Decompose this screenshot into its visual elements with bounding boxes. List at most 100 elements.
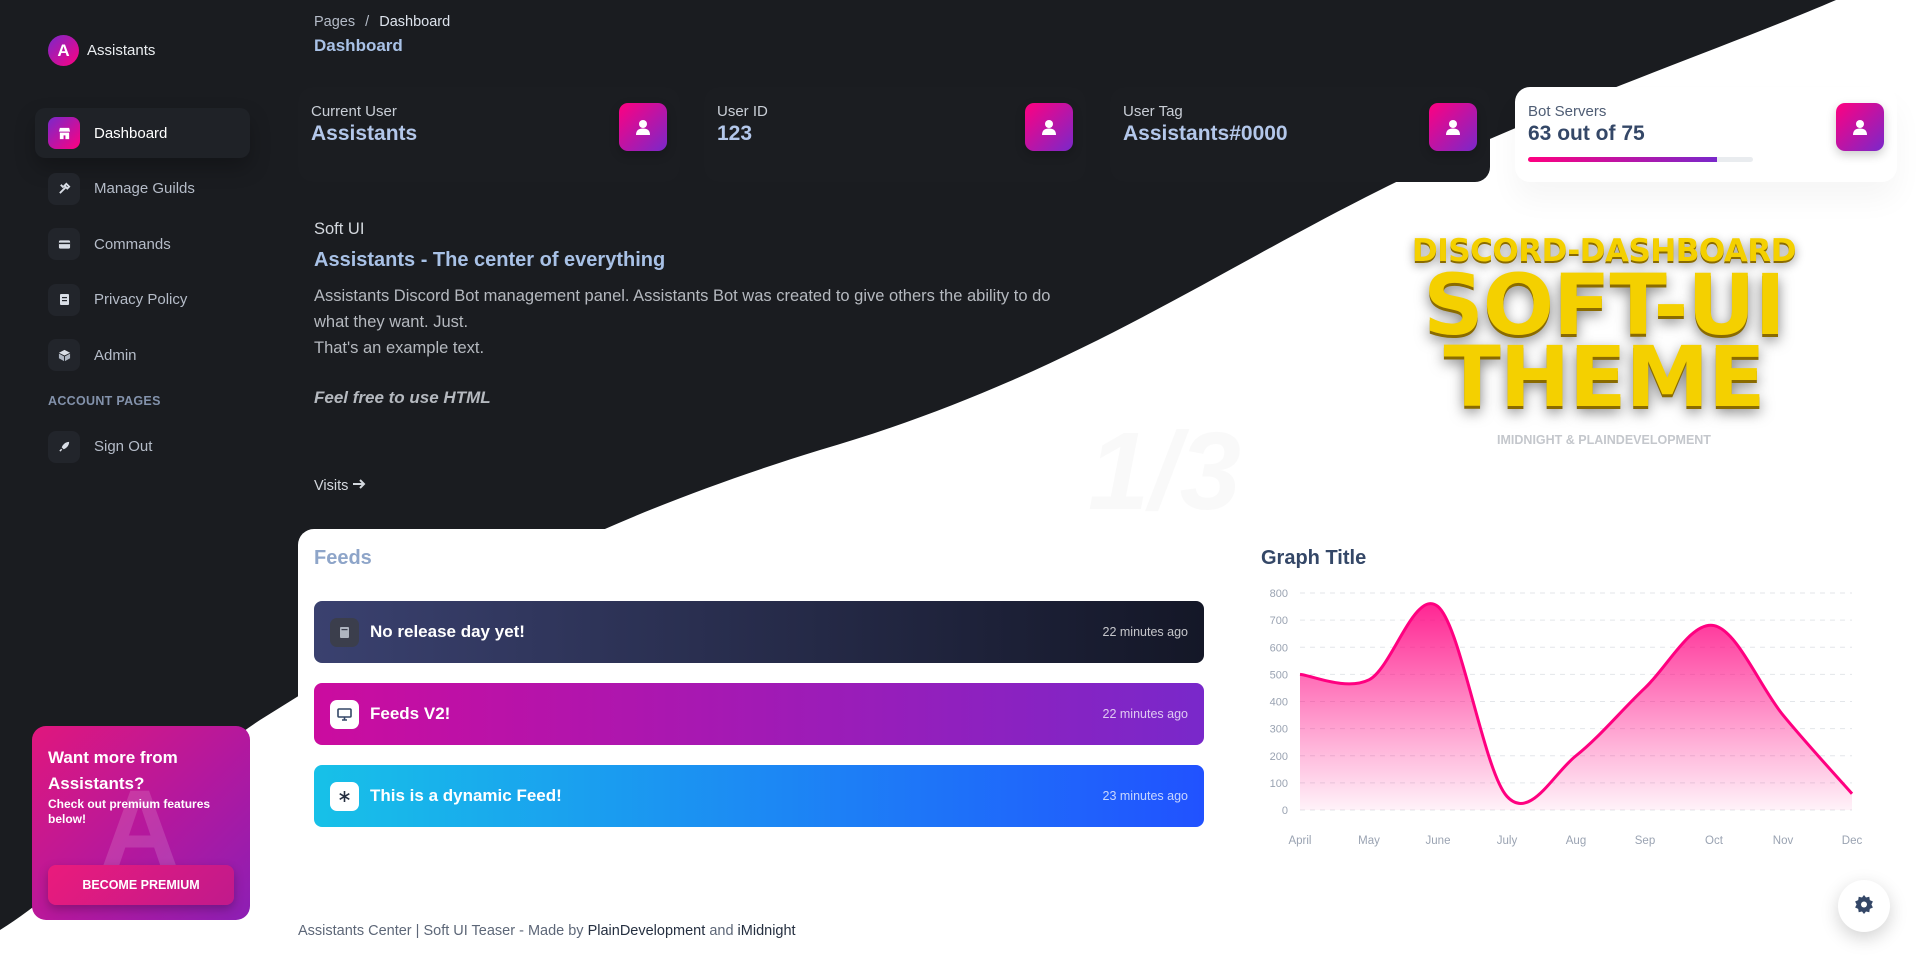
graph-card: Graph Title 0 100 200 300 400 500 600 700 800 Apr…	[1245, 529, 1897, 896]
sidebar-item-label: Privacy Policy	[94, 291, 188, 308]
monitor-icon	[330, 699, 359, 729]
stat-card-bot-servers: Bot Servers 63 out of 75	[1515, 87, 1897, 182]
visits-link[interactable]: Visits	[314, 478, 366, 494]
sidebar-item-label: Dashboard	[94, 124, 168, 142]
brand[interactable]: A Assistants	[48, 35, 155, 66]
sidebar-item-dashboard[interactable]: Dashboard	[35, 108, 250, 158]
feed-item[interactable]: Feeds V2! 22 minutes ago	[314, 683, 1204, 745]
settings-button[interactable]	[1838, 880, 1890, 932]
footer-text: Assistants Center | Soft UI Teaser - Mad…	[298, 923, 584, 939]
sidebar-item-admin[interactable]: Admin	[35, 330, 250, 380]
x-tick-label: Sep	[1635, 835, 1655, 847]
sidebar-item-label: Manage Guilds	[94, 180, 195, 197]
sidebar-item-label: Admin	[94, 346, 137, 364]
sidebar-section-label: ACCOUNT PAGES	[48, 393, 161, 408]
welcome-subtitle: Soft UI	[314, 220, 365, 238]
bot-servers-progress	[1528, 157, 1753, 162]
y-tick-label: 500	[1270, 669, 1288, 681]
y-tick-label: 600	[1270, 642, 1288, 654]
asterisk-icon	[330, 781, 359, 811]
welcome-description: Assistants Discord Bot management panel.…	[314, 283, 1084, 361]
rocket-icon	[48, 430, 80, 463]
y-tick-label: 700	[1270, 615, 1288, 627]
breadcrumb: Pages / Dashboard	[314, 14, 450, 30]
stat-card-user-id: User ID 123	[704, 87, 1086, 182]
tools-icon	[48, 172, 80, 205]
sidebar-item-label: Commands	[94, 235, 171, 253]
area-fill	[1300, 603, 1852, 810]
breadcrumb-separator: /	[365, 14, 370, 30]
book-icon	[330, 617, 359, 647]
sidebar-item-manage-guilds[interactable]: Manage Guilds	[35, 164, 250, 214]
area-chart: 0 100 200 300 400 500 600 700 800 April May June Jul…	[1270, 588, 1863, 847]
stat-label: Current User	[311, 103, 397, 120]
y-tick-label: 200	[1270, 751, 1288, 763]
sidebar-item-privacy-policy[interactable]: Privacy Policy	[35, 275, 250, 325]
feeds-card: Feeds No release day yet! 22 minutes ago…	[298, 529, 1220, 868]
feeds-title: Feeds	[314, 547, 372, 569]
sidebar-item-commands[interactable]: Commands	[35, 219, 250, 269]
feed-title: This is a dynamic Feed!	[370, 786, 562, 805]
sidebar-item-sign-out[interactable]: Sign Out	[35, 422, 250, 472]
brand-name: Assistants	[87, 42, 156, 59]
footer-link-plaindevelopment[interactable]: PlainDevelopment	[588, 923, 706, 939]
y-tick-label: 400	[1270, 697, 1288, 709]
x-tick-label: June	[1426, 835, 1451, 847]
stat-value: 63 out of 75	[1528, 122, 1645, 145]
user-icon	[1025, 103, 1073, 151]
x-tick-label: April	[1288, 835, 1311, 847]
box-icon	[48, 339, 80, 371]
shop-icon	[48, 117, 80, 149]
y-tick-label: 0	[1282, 805, 1288, 817]
x-tick-label: Oct	[1705, 835, 1724, 847]
stat-value: Assistants	[311, 122, 418, 145]
stat-card-user-tag: User Tag Assistants#0000	[1110, 87, 1490, 182]
feed-time: 22 minutes ago	[1102, 625, 1188, 639]
footer: Assistants Center | Soft UI Teaser - Mad…	[298, 923, 796, 939]
stat-card-current-user: Current User Assistants	[298, 87, 680, 182]
y-tick-label: 800	[1270, 588, 1288, 600]
welcome-card: 1/3 Soft UI Assistants - The center of e…	[298, 193, 1897, 533]
footer-and: and	[709, 923, 734, 939]
breadcrumb-current: Dashboard	[379, 14, 451, 30]
feed-time: 23 minutes ago	[1102, 789, 1188, 803]
breadcrumb-root[interactable]: Pages	[314, 14, 355, 30]
y-tick-label: 300	[1270, 724, 1288, 736]
description-line: That's an example text.	[314, 339, 485, 357]
x-tick-label: Nov	[1773, 835, 1794, 847]
graph-title: Graph Title	[1261, 547, 1367, 569]
stat-label: User Tag	[1123, 103, 1183, 120]
hero-credit: IMIDNIGHT & PLAINDEVELOPMENT	[1497, 433, 1711, 447]
feed-item[interactable]: No release day yet! 22 minutes ago	[314, 601, 1204, 663]
x-tick-label: May	[1358, 835, 1380, 847]
feed-title: No release day yet!	[370, 622, 525, 641]
user-icon	[619, 103, 667, 151]
become-premium-button[interactable]: BECOME PREMIUM	[48, 865, 234, 905]
stat-label: Bot Servers	[1528, 103, 1607, 120]
stat-label: User ID	[717, 103, 768, 120]
feed-item[interactable]: This is a dynamic Feed! 23 minutes ago	[314, 765, 1204, 827]
description-line: Assistants Discord Bot management panel.…	[314, 287, 1051, 331]
brand-logo: A	[48, 35, 79, 66]
premium-title: Want more from Assistants?	[48, 748, 178, 793]
hero-logo-art: DISCORD-DASHBOARD SOFT-UI THEME IMIDNIGH…	[1374, 233, 1834, 447]
gear-icon	[1854, 894, 1874, 919]
welcome-italic-text: Feel free to use HTML	[314, 388, 491, 407]
sidebar-item-label: Sign Out	[94, 438, 153, 455]
x-tick-label: Aug	[1566, 835, 1586, 847]
user-icon	[1429, 103, 1477, 151]
stat-value: Assistants#0000	[1123, 122, 1288, 145]
document-icon	[48, 283, 80, 316]
premium-text: Check out premium features below!	[48, 797, 211, 826]
x-tick-label: Dec	[1842, 835, 1863, 847]
footer-link-imidnight[interactable]: iMidnight	[738, 923, 796, 939]
welcome-title: Assistants - The center of everything	[314, 249, 666, 271]
arrow-right-icon	[352, 478, 366, 494]
feed-time: 22 minutes ago	[1102, 707, 1188, 721]
feed-title: Feeds V2!	[370, 704, 451, 723]
progress-fill	[1528, 157, 1717, 162]
y-tick-label: 100	[1270, 778, 1288, 790]
visits-label: Visits	[314, 478, 349, 494]
user-icon	[1836, 103, 1884, 151]
x-tick-label: July	[1497, 835, 1518, 847]
